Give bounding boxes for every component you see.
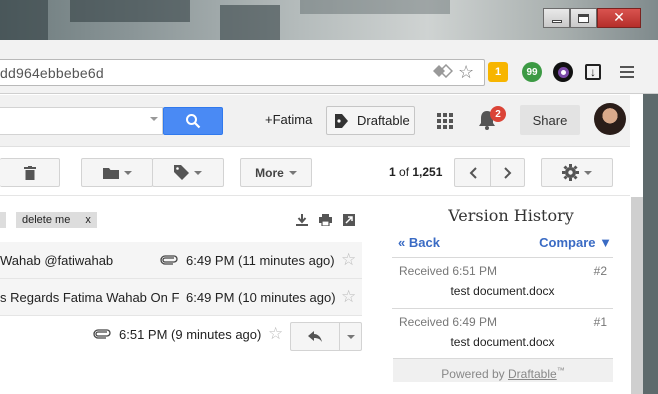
message-row[interactable]: Wahab @fatiwahab 6:49 PM (11 minutes ago… (0, 242, 362, 279)
version-number: #2 (593, 264, 607, 278)
url-text: dd964ebbebe6d (0, 65, 104, 81)
move-to-button[interactable] (81, 158, 153, 187)
window-controls: ✕ (543, 8, 641, 28)
message-row[interactable]: s Regards Fatima Wahab On F 6:49 PM (10 … (0, 279, 362, 316)
print-icon[interactable] (319, 214, 332, 226)
reply-button[interactable] (291, 323, 340, 350)
search-input[interactable] (0, 107, 163, 135)
labels-button[interactable] (152, 158, 224, 187)
message-time: 6:49 PM (10 minutes ago) (186, 290, 336, 305)
draftable-button[interactable]: Draftable (326, 106, 415, 135)
gmail-header: +Fatima Draftable Share (0, 95, 630, 147)
maximize-button[interactable] (570, 8, 597, 28)
search-button[interactable] (163, 107, 223, 135)
chevron-down-icon (288, 170, 297, 175)
compare-button[interactable]: Compare ▼ (539, 235, 612, 250)
profile-link[interactable]: +Fatima (265, 112, 312, 127)
file-name: test document.docx (450, 335, 555, 349)
chevron-down-icon (584, 170, 592, 175)
reply-more-button[interactable] (340, 323, 361, 350)
action-bar: More 1 of 1,251 (0, 148, 630, 196)
chevron-down-icon (346, 334, 355, 339)
minimize-button[interactable] (543, 8, 570, 28)
newer-button[interactable] (454, 158, 491, 187)
pagination-count: 1 of 1,251 (389, 165, 443, 179)
powered-by-footer: Powered by Draftable™ (393, 358, 613, 382)
version-entry[interactable]: Received 6:49 PM #1 test document.docx (392, 308, 613, 359)
notification-count-badge: 2 (490, 106, 506, 122)
translate-icon[interactable] (433, 63, 454, 82)
star-bookmark-icon[interactable]: ☆ (458, 63, 474, 81)
star-icon[interactable]: ☆ (341, 287, 356, 307)
apps-grid-icon[interactable] (437, 113, 453, 129)
panel-scrollbar[interactable] (631, 197, 643, 394)
search-icon (186, 114, 201, 129)
delete-button[interactable] (0, 158, 60, 187)
avatar[interactable] (594, 103, 626, 135)
chevron-down-icon (123, 170, 132, 175)
back-link[interactable]: « Back (398, 235, 440, 250)
download-icon[interactable]: ↓ (585, 64, 601, 80)
label-chip-partial[interactable] (0, 212, 6, 228)
address-bar[interactable]: dd964ebbebe6d ☆ (0, 59, 485, 86)
draftable-logo-icon (335, 113, 348, 128)
star-icon[interactable]: ☆ (341, 250, 356, 270)
settings-button[interactable] (541, 158, 613, 187)
older-button[interactable] (490, 158, 525, 187)
version-number: #1 (593, 315, 607, 329)
chevron-right-icon (503, 166, 511, 179)
folder-icon (102, 167, 119, 179)
message-snippet: s Regards Fatima Wahab On F (0, 290, 180, 305)
extension-badge-icon[interactable]: 1 (488, 62, 508, 82)
close-button[interactable]: ✕ (597, 8, 641, 28)
draftable-label: Draftable (357, 113, 410, 128)
draftable-link[interactable]: Draftable (508, 367, 557, 381)
browser-menu-icon[interactable] (620, 66, 634, 81)
gear-icon (562, 164, 579, 181)
message-time: 6:49 PM (11 minutes ago) (186, 253, 335, 268)
trash-icon (23, 165, 36, 180)
extension-ring-icon[interactable] (553, 62, 573, 82)
received-time: Received 6:49 PM (399, 315, 498, 329)
extension-quote-icon[interactable]: 99 (522, 62, 542, 82)
message-snippet: Wahab @fatiwahab (0, 253, 114, 268)
search-options-icon[interactable] (150, 117, 158, 121)
close-icon: ✕ (613, 10, 625, 26)
share-button[interactable]: Share (520, 105, 580, 135)
reply-button-group (290, 322, 362, 351)
tag-icon (174, 165, 189, 180)
message-time: 6:51 PM (9 minutes ago) (119, 327, 262, 342)
new-window-icon[interactable] (343, 214, 355, 226)
remove-label-icon[interactable]: x (85, 214, 91, 226)
received-time: Received 6:51 PM (399, 264, 498, 278)
chevron-left-icon (469, 166, 477, 179)
version-entry[interactable]: Received 6:51 PM #2 test document.docx (392, 257, 613, 308)
file-name: test document.docx (450, 284, 555, 298)
reply-arrow-icon (308, 331, 322, 342)
more-label: More (255, 165, 284, 180)
expand-all-icon[interactable] (296, 214, 308, 226)
panel-title: Version History (448, 206, 574, 225)
star-icon[interactable]: ☆ (268, 324, 283, 344)
attachment-icon (93, 327, 111, 342)
attachment-icon (160, 253, 178, 268)
label-chip[interactable]: delete me x (16, 212, 97, 228)
thread-view: delete me x Wahab @fatiwahab 6:49 PM (11… (0, 197, 365, 394)
chevron-down-icon (194, 170, 202, 175)
version-history-panel: Version History « Back Compare ▼ Receive… (392, 197, 630, 394)
more-button[interactable]: More (240, 158, 312, 187)
